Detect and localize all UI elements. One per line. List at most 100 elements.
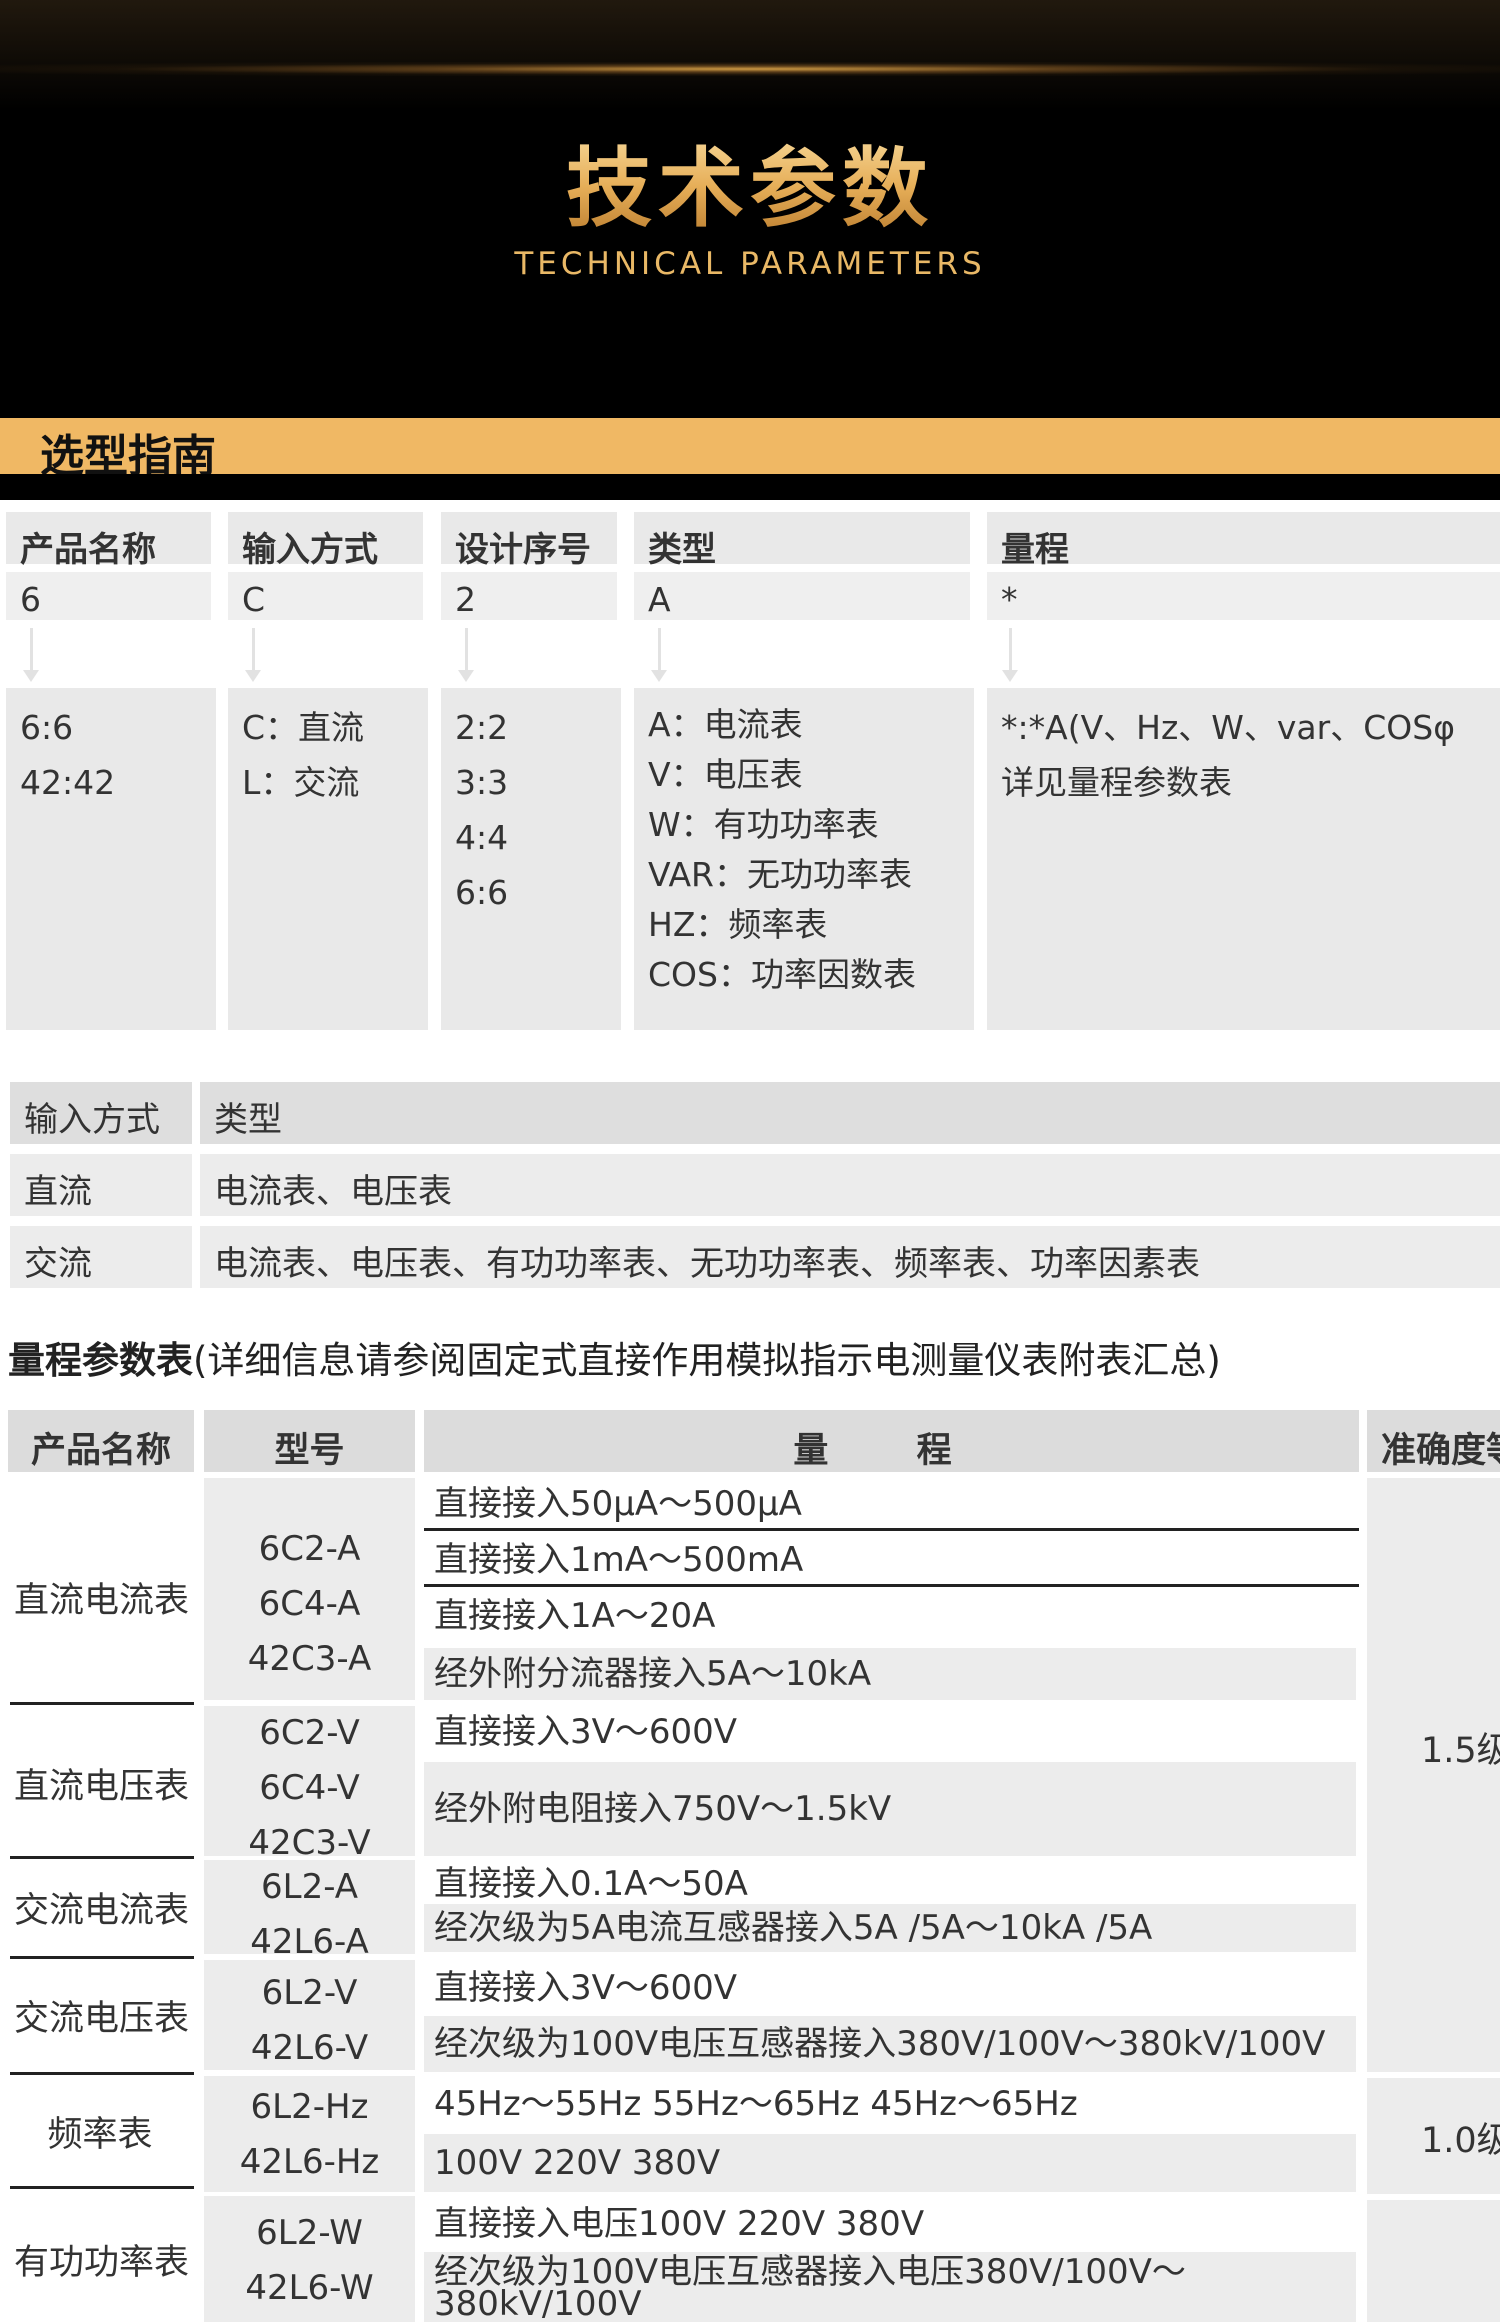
sel-header-design: 设计序号 [441, 512, 617, 570]
product-name: 直流电流表 [14, 1581, 190, 1621]
accuracy-value: 1.0级 [1421, 2121, 1500, 2161]
range-head-accuracy: 准确度等 [1367, 1410, 1500, 1472]
group-divider [10, 1956, 194, 1959]
range-row: 45Hz～55Hz 55Hz～65Hz 45Hz～65Hz [434, 2084, 1078, 2124]
option-item: A：电流表 [648, 705, 803, 744]
sel-options-type: A：电流表 V：电压表 W：有功功率表 VAR：无功功率表 HZ：频率表 COS… [634, 688, 974, 1030]
range-row: 经次级为5A电流互感器接入5A /5A～10kA /5A [424, 1904, 1356, 1952]
sel-header-type: 类型 [634, 512, 970, 570]
model-code: 6L2-Hz [250, 2087, 369, 2127]
model-code: 6L2-W [256, 2213, 363, 2253]
range-title-note: (详细信息请参阅固定式直接作用模拟指示电测量仪表附表汇总) [193, 1339, 1221, 1382]
sel-code-product: 6 [6, 572, 211, 620]
group-divider [10, 2072, 194, 2075]
input-method-cell: 直流 [10, 1154, 192, 1216]
product-name: 频率表 [47, 2115, 153, 2155]
sel-options-design: 2:2 3:3 4:4 6:6 [441, 688, 621, 1030]
row-divider [424, 1584, 1359, 1587]
model-code: 42L6-W [245, 2268, 374, 2308]
model-code: 6C2-A [258, 1529, 361, 1569]
input-method-cell: 交流 [10, 1226, 192, 1288]
accuracy-cell: 1.5级 [1367, 1478, 1500, 2072]
model-code: 42L6-V [250, 2028, 369, 2068]
sel-arrow-input [245, 628, 261, 682]
range-row: 100V 220V 380V [424, 2134, 1356, 2192]
accuracy-cell-empty [1367, 2200, 1500, 2322]
sel-options-input: C：直流 L：交流 [228, 688, 428, 1030]
group-divider [10, 1702, 194, 1705]
header-haze [0, 0, 1500, 110]
model-code: 42L6-Hz [239, 2142, 380, 2182]
product-name: 交流电压表 [14, 1999, 190, 2039]
selection-guide: 产品名称 输入方式 设计序号 类型 量程 6 C 2 A * 6:6 42:42… [0, 500, 1500, 1040]
model-code: 6L2-A [261, 1867, 358, 1907]
page-title: 技术参数 [0, 118, 1500, 243]
product-name: 交流电流表 [14, 1891, 190, 1931]
product-name: 直流电压表 [14, 1767, 190, 1807]
model-cell: 6C2-V 6C4-V 42C3-V [204, 1706, 415, 1863]
model-cell: 6L2-V 42L6-V [204, 1960, 415, 2070]
model-code: 6C4-A [258, 1584, 361, 1624]
range-row: 直接接入1A～20A [434, 1596, 716, 1636]
input-type-cell: 电流表、电压表 [200, 1154, 1500, 1216]
group-divider [10, 1856, 194, 1859]
option-item: 详见量程参数表 [1001, 763, 1232, 802]
sel-code-input: C [228, 572, 423, 620]
model-cell: 6C2-A 6C4-A 42C3-A [204, 1478, 415, 1700]
sel-arrow-range [1002, 628, 1018, 682]
range-head-product: 产品名称 [8, 1410, 194, 1472]
range-head-range: 量 程 [424, 1410, 1359, 1472]
model-cell: 6L2-A 42L6-A [204, 1860, 415, 1962]
sel-options-product: 6:6 42:42 [6, 688, 216, 1030]
group-divider [10, 2186, 194, 2189]
sel-code-design: 2 [441, 572, 617, 620]
input-table-header: 输入方式 类型 [10, 1082, 1500, 1144]
range-line: 380kV/100V [434, 2284, 642, 2322]
option-item: VAR：无功功率表 [648, 855, 912, 894]
range-row: 直接接入3V～600V [434, 1712, 738, 1752]
model-code: 6L2-V [261, 1973, 358, 2013]
option-item: 42:42 [20, 763, 116, 802]
option-item: 6:6 [455, 873, 509, 912]
option-item: 2:2 [455, 708, 509, 747]
range-row: 经外附电阻接入750V～1.5kV [424, 1762, 1356, 1856]
range-row: 经外附分流器接入5A～10kA [424, 1648, 1356, 1700]
header-banner: 技术参数 TECHNICAL PARAMETERS [0, 0, 1500, 418]
range-row: 直接接入3V～600V [434, 1968, 738, 2008]
range-row: 直接接入0.1A～50A [434, 1864, 748, 1904]
model-code: 6C4-V [259, 1768, 360, 1808]
accuracy-cell: 1.0级 [1367, 2078, 1500, 2194]
sel-header-input: 输入方式 [228, 512, 423, 570]
option-item: C：直流 [242, 708, 365, 747]
page-subtitle: TECHNICAL PARAMETERS [514, 246, 986, 282]
option-item: 4:4 [455, 818, 509, 857]
sel-arrow-product [23, 628, 39, 682]
option-item: COS：功率因数表 [648, 955, 916, 994]
range-section-title: 量程参数表(详细信息请参阅固定式直接作用模拟指示电测量仪表附表汇总) [8, 1330, 1221, 1384]
section-band-divider [0, 474, 1500, 500]
option-item: *:*A(V、Hz、W、var、COSφ [1001, 708, 1455, 747]
sel-header-product: 产品名称 [6, 512, 211, 570]
sel-options-range: *:*A(V、Hz、W、var、COSφ 详见量程参数表 [987, 688, 1500, 1030]
option-item: 3:3 [455, 763, 509, 802]
input-table-head-method: 输入方式 [10, 1082, 192, 1144]
option-item: V：电压表 [648, 755, 803, 794]
model-cell: 6L2-Hz 42L6-Hz [204, 2076, 415, 2192]
section-band-selection: 选型指南 [0, 418, 1500, 482]
option-item: HZ：频率表 [648, 905, 828, 944]
model-code: 42C3-A [247, 1639, 372, 1679]
sel-code-type: A [634, 572, 970, 620]
sel-header-range: 量程 [987, 512, 1500, 570]
input-table-head-type: 类型 [200, 1082, 1500, 1144]
option-item: 6:6 [20, 708, 74, 747]
range-title-main: 量程参数表 [8, 1339, 193, 1382]
range-row: 直接接入50μA～500μA [434, 1484, 802, 1524]
range-row-multiline: 经次级为100V电压互感器接入电压380V/100V～ 380kV/100V [424, 2252, 1356, 2322]
table-row: 交流 电流表、电压表、有功功率表、无功功率表、频率表、功率因素表 [10, 1226, 1500, 1288]
sel-code-range: * [987, 572, 1500, 620]
option-item: L：交流 [242, 763, 360, 802]
range-row: 直接接入电压100V 220V 380V [434, 2204, 925, 2244]
input-type-cell: 电流表、电压表、有功功率表、无功功率表、频率表、功率因素表 [200, 1226, 1500, 1288]
accuracy-value: 1.5级 [1421, 1731, 1500, 1771]
row-divider [424, 1528, 1359, 1531]
